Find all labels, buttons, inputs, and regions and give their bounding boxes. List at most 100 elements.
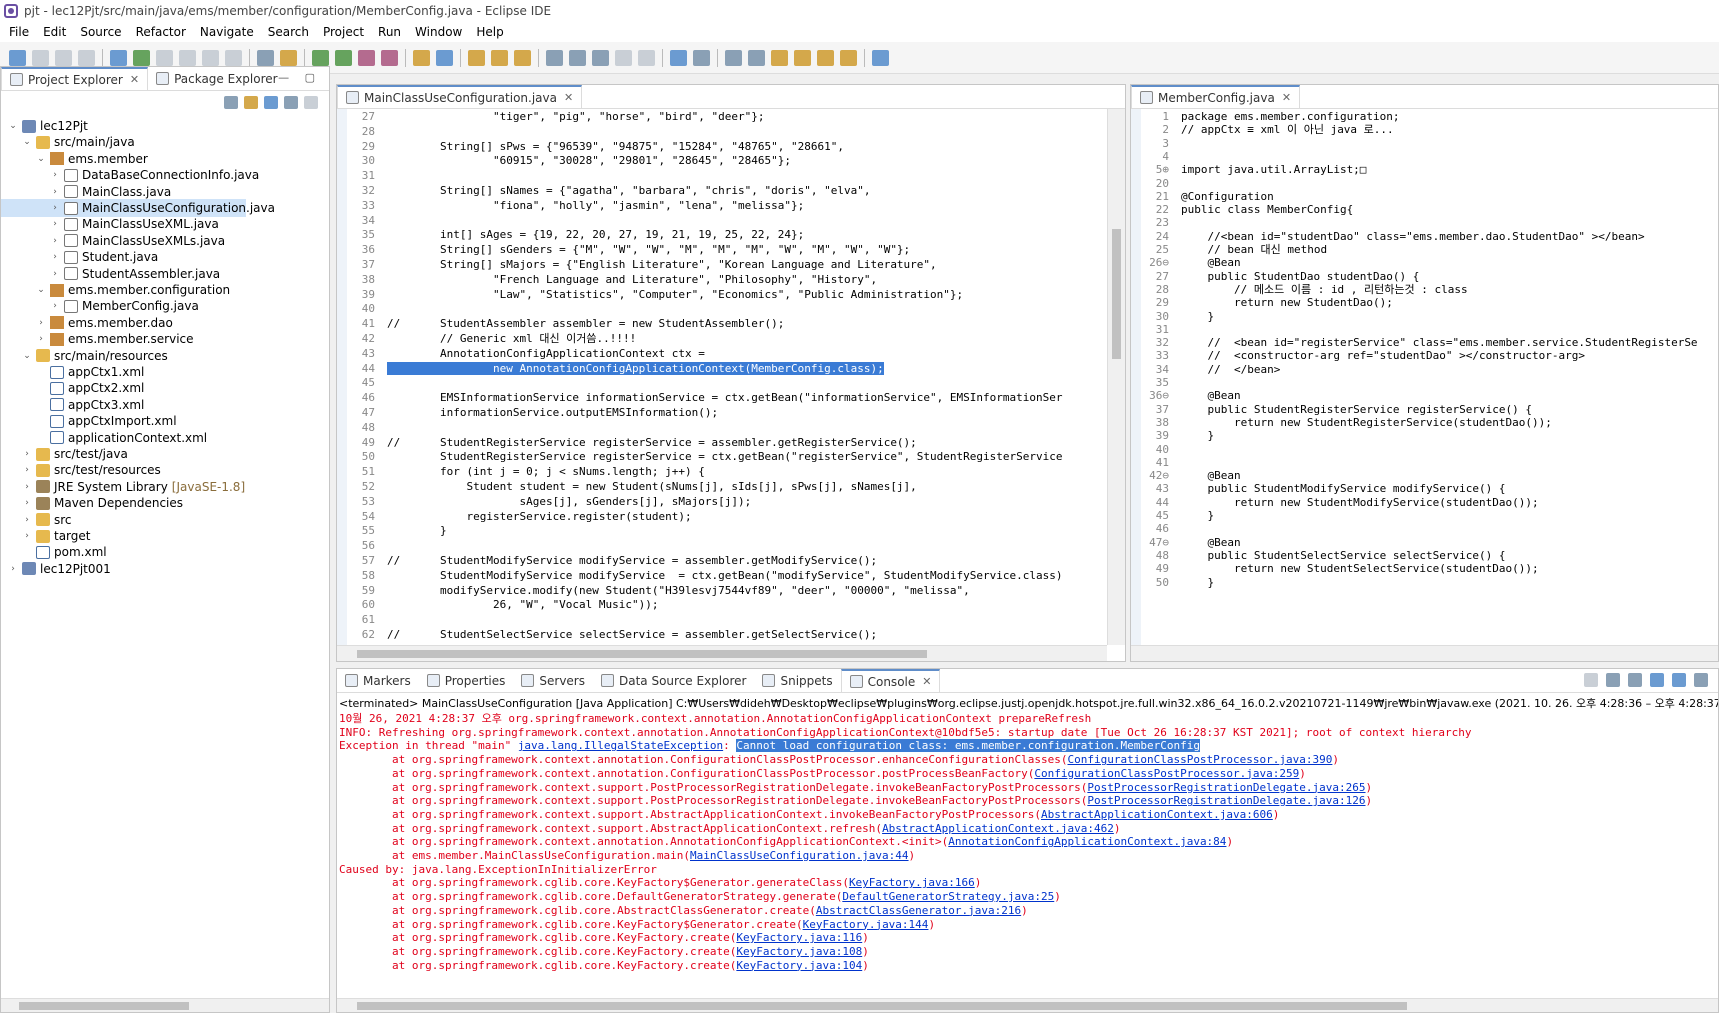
tree-item[interactable]: › MainClass.java	[1, 183, 171, 201]
toolbar-button-icon[interactable]	[179, 49, 196, 66]
menu-project[interactable]: Project	[316, 25, 371, 39]
toolbar-button-icon[interactable]	[670, 49, 687, 66]
tab-project-explorer[interactable]: Project Explorer ✕	[1, 67, 149, 90]
horizontal-scrollbar[interactable]	[337, 998, 1718, 1012]
twisty-icon[interactable]: ›	[49, 203, 61, 213]
close-icon[interactable]: ✕	[1282, 91, 1291, 104]
toolbar-button-icon[interactable]	[381, 49, 398, 66]
tree-item[interactable]: › JRE System Library [JavaSE-1.8]	[1, 478, 245, 496]
twisty-icon[interactable]: ›	[49, 252, 61, 262]
menu-source[interactable]: Source	[73, 25, 128, 39]
tree-item[interactable]: applicationContext.xml	[1, 429, 207, 447]
toolbar-button-icon[interactable]	[78, 49, 95, 66]
toolbar-button-icon[interactable]	[32, 49, 49, 66]
twisty-icon[interactable]: ›	[49, 219, 61, 229]
toolbar-button-icon[interactable]	[615, 49, 632, 66]
toolbar-button-icon[interactable]	[468, 49, 485, 66]
link-with-editor-icon[interactable]	[244, 95, 258, 109]
close-icon[interactable]: ✕	[130, 73, 139, 86]
twisty-icon[interactable]: ⌄	[7, 121, 19, 131]
close-icon[interactable]: ✕	[564, 91, 573, 104]
menu-run[interactable]: Run	[371, 25, 408, 39]
stack-trace-link[interactable]: ConfigurationClassPostProcessor.java:390	[1067, 753, 1332, 766]
tree-item[interactable]: › StudentAssembler.java	[1, 265, 220, 283]
menu-refactor[interactable]: Refactor	[129, 25, 193, 39]
stack-trace-link[interactable]: KeyFactory.java:116	[736, 931, 862, 944]
tree-item[interactable]: › MainClassUseXML.java	[1, 215, 219, 233]
word-wrap-icon[interactable]	[1672, 673, 1686, 687]
menu-edit[interactable]: Edit	[36, 25, 73, 39]
tree-item[interactable]: ⌄ lec12Pjt	[1, 117, 88, 135]
stack-trace-link[interactable]: DefaultGeneratorStrategy.java:25	[842, 890, 1054, 903]
scroll-thumb[interactable]	[357, 650, 927, 658]
tree-item[interactable]: › DataBaseConnectionInfo.java	[1, 166, 259, 184]
tree-item[interactable]: ⌄ src/main/java	[1, 133, 135, 151]
toolbar-button-icon[interactable]	[312, 49, 329, 66]
stack-trace-link[interactable]: KeyFactory.java:104	[736, 959, 862, 972]
menu-file[interactable]: File	[2, 25, 36, 39]
toolbar-button-icon[interactable]	[110, 49, 127, 66]
twisty-icon[interactable]: ›	[7, 564, 19, 574]
twisty-icon[interactable]: ›	[21, 515, 33, 525]
tree-item[interactable]: › ems.member.dao	[1, 314, 173, 332]
stack-trace-link[interactable]: KeyFactory.java:166	[849, 876, 975, 889]
scroll-thumb[interactable]	[19, 1002, 189, 1010]
tree-item[interactable]: › ems.member.service	[1, 330, 193, 348]
toolbar-button-icon[interactable]	[840, 49, 857, 66]
menu-window[interactable]: Window	[408, 25, 469, 39]
toolbar-button-icon[interactable]	[55, 49, 72, 66]
stack-trace-link[interactable]: PostProcessorRegistrationDelegate.java:2…	[1087, 781, 1365, 794]
twisty-icon[interactable]: ›	[21, 465, 33, 475]
toolbar-button-icon[interactable]	[133, 49, 150, 66]
horizontal-scrollbar[interactable]	[1131, 645, 1718, 661]
tree-item[interactable]: ⌄ src/main/resources	[1, 347, 168, 365]
collapse-all-icon[interactable]	[224, 95, 238, 109]
stack-trace-link[interactable]: AbstractApplicationContext.java:462	[882, 822, 1114, 835]
tree-item[interactable]: › src/test/java	[1, 445, 128, 463]
tree-item[interactable]: appCtxImport.xml	[1, 412, 177, 430]
toolbar-button-icon[interactable]	[225, 49, 242, 66]
filter-icon[interactable]	[264, 95, 278, 109]
toolbar-button-icon[interactable]	[693, 49, 710, 66]
code-area[interactable]: 1 package ems.member.configuration; 2// ap…	[1131, 109, 1700, 645]
tab-markers[interactable]: Markers	[337, 669, 419, 692]
vertical-scrollbar[interactable]	[1107, 109, 1125, 645]
tab-package-explorer[interactable]: Package Explorer	[148, 67, 286, 90]
tree-item[interactable]: appCtx3.xml	[1, 396, 144, 414]
remove-all-icon[interactable]	[1628, 673, 1642, 687]
tab-servers[interactable]: Servers	[513, 669, 593, 692]
toolbar-button-icon[interactable]	[358, 49, 375, 66]
scroll-thumb[interactable]	[357, 1002, 1407, 1010]
tree-item[interactable]: › src	[1, 511, 71, 529]
tree-item[interactable]: › src/test/resources	[1, 461, 161, 479]
tree-item[interactable]: appCtx1.xml	[1, 363, 144, 381]
toolbar-button-icon[interactable]	[872, 49, 889, 66]
toolbar-button-icon[interactable]	[514, 49, 531, 66]
console-output[interactable]: 10월 26, 2021 4:28:37 오후 org.springframew…	[337, 711, 1718, 998]
tree-item[interactable]: › Student.java	[1, 248, 158, 266]
stack-trace-link[interactable]: AnnotationConfigApplicationContext.java:…	[948, 835, 1226, 848]
toolbar-button-icon[interactable]	[413, 49, 430, 66]
tab-snippets[interactable]: Snippets	[754, 669, 840, 692]
scroll-thumb[interactable]	[1112, 229, 1121, 359]
menu-navigate[interactable]: Navigate	[193, 25, 261, 39]
tree-item[interactable]: appCtx2.xml	[1, 379, 144, 397]
toolbar-button-icon[interactable]	[569, 49, 586, 66]
stack-trace-link[interactable]: MainClassUseConfiguration.java:44	[690, 849, 909, 862]
toolbar-button-icon[interactable]	[817, 49, 834, 66]
minimize-maximize-icons[interactable]: — ▢	[278, 71, 321, 84]
tree-item[interactable]: ⌄ ems.member	[1, 150, 148, 168]
twisty-icon[interactable]: ›	[21, 482, 33, 492]
tree-item[interactable]: ⌄ ems.member.configuration	[1, 281, 230, 299]
pin-console-icon[interactable]	[1694, 673, 1708, 687]
code-area[interactable]: 27 "tiger", "pig", "horse", "bird", "dee…	[337, 109, 1107, 645]
twisty-icon[interactable]: ⌄	[21, 137, 33, 147]
toolbar-button-icon[interactable]	[638, 49, 655, 66]
tab-properties[interactable]: Properties	[419, 669, 514, 692]
tree-item[interactable]: › MemberConfig.java	[1, 297, 199, 315]
close-icon[interactable]: ✕	[922, 675, 931, 688]
toolbar-button-icon[interactable]	[771, 49, 788, 66]
stack-trace-link[interactable]: java.lang.IllegalStateException	[518, 739, 723, 752]
menu-search[interactable]: Search	[261, 25, 316, 39]
stack-trace-link[interactable]: AbstractClassGenerator.java:216	[816, 904, 1021, 917]
